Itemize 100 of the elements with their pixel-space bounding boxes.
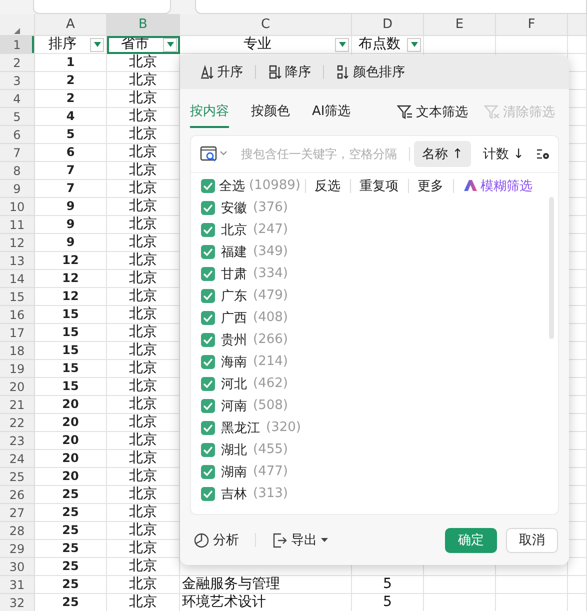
checkbox[interactable] — [201, 332, 215, 347]
table-cell[interactable]: 15 — [35, 378, 107, 396]
table-cell[interactable]: 25 — [35, 522, 107, 540]
table-cell[interactable] — [568, 576, 587, 594]
table-cell[interactable]: 2 — [35, 72, 107, 90]
table-cell[interactable]: 9 — [35, 198, 107, 216]
table-cell[interactable]: 北京 — [107, 576, 180, 594]
filter-tab[interactable]: AI筛选 — [312, 96, 351, 128]
column-header[interactable]: C — [180, 14, 352, 36]
table-cell[interactable]: 20 — [35, 432, 107, 450]
table-cell[interactable]: 12 — [35, 288, 107, 306]
checkbox[interactable] — [201, 200, 215, 215]
row-header[interactable]: 12 — [0, 234, 35, 252]
filter-dropdown-button[interactable] — [335, 38, 349, 52]
row-header[interactable]: 31 — [0, 576, 35, 594]
sort-button[interactable]: 升序 — [194, 60, 249, 83]
list-sort-button[interactable]: 计数 ↓ — [474, 140, 532, 167]
table-cell[interactable]: 5 — [352, 576, 424, 594]
row-header[interactable]: 16 — [0, 306, 35, 324]
table-cell[interactable]: 20 — [35, 450, 107, 468]
filter-tab[interactable]: 按颜色 — [251, 96, 290, 128]
table-cell[interactable]: 15 — [35, 324, 107, 342]
table-cell[interactable]: 环境艺术设计 — [180, 594, 352, 611]
table-cell[interactable]: 25 — [35, 576, 107, 594]
row-header[interactable]: 28 — [0, 522, 35, 540]
row-header[interactable]: 24 — [0, 450, 35, 468]
table-cell[interactable]: 9 — [35, 216, 107, 234]
table-cell[interactable]: 6 — [35, 144, 107, 162]
row-header[interactable]: 1 — [0, 36, 35, 54]
filter-tab[interactable]: 按内容 — [190, 96, 229, 128]
row-header[interactable]: 15 — [0, 288, 35, 306]
header-cell[interactable]: 省市 — [107, 36, 180, 54]
filter-action-button[interactable]: 文本筛选 — [393, 100, 472, 123]
table-cell[interactable]: 25 — [35, 540, 107, 558]
table-cell[interactable]: 25 — [35, 558, 107, 576]
table-cell[interactable]: 7 — [35, 162, 107, 180]
header-cell[interactable]: 布点数 — [352, 36, 424, 54]
table-cell[interactable]: 20 — [35, 414, 107, 432]
table-cell[interactable]: 25 — [35, 486, 107, 504]
row-header[interactable]: 5 — [0, 108, 35, 126]
fuzzy-filter-button[interactable]: 模糊筛选 — [458, 176, 538, 195]
checkbox[interactable] — [201, 178, 215, 193]
row-header[interactable]: 2 — [0, 54, 35, 72]
row-header[interactable]: 17 — [0, 324, 35, 342]
table-cell[interactable]: 7 — [35, 180, 107, 198]
row-header[interactable]: 11 — [0, 216, 35, 234]
row-header[interactable]: 30 — [0, 558, 35, 576]
table-cell[interactable]: 5 — [35, 126, 107, 144]
row-header[interactable]: 6 — [0, 126, 35, 144]
filter-dropdown-button[interactable] — [163, 38, 177, 52]
checkbox[interactable] — [201, 288, 215, 303]
row-header[interactable]: 22 — [0, 414, 35, 432]
checkbox[interactable] — [201, 244, 215, 259]
sort-button[interactable]: 降序 — [262, 60, 317, 83]
filter-dropdown-button[interactable] — [90, 38, 104, 52]
table-cell[interactable]: 2 — [35, 90, 107, 108]
row-header[interactable]: 23 — [0, 432, 35, 450]
table-cell[interactable]: 9 — [35, 234, 107, 252]
row-header[interactable]: 9 — [0, 180, 35, 198]
table-cell[interactable]: 12 — [35, 252, 107, 270]
row-header[interactable]: 7 — [0, 144, 35, 162]
table-cell[interactable]: 15 — [35, 306, 107, 324]
table-cell[interactable]: 20 — [35, 468, 107, 486]
row-header[interactable]: 20 — [0, 378, 35, 396]
header-cell[interactable] — [496, 36, 568, 54]
corner-cell[interactable] — [0, 14, 35, 36]
row-header[interactable]: 8 — [0, 162, 35, 180]
checkbox[interactable] — [201, 266, 215, 281]
table-cell[interactable] — [496, 576, 568, 594]
table-cell[interactable]: 4 — [35, 108, 107, 126]
row-header[interactable]: 29 — [0, 540, 35, 558]
filter-dropdown-button[interactable] — [407, 38, 421, 52]
checkbox[interactable] — [201, 464, 215, 479]
row-header[interactable]: 4 — [0, 90, 35, 108]
checkbox[interactable] — [201, 354, 215, 369]
table-cell[interactable]: 5 — [352, 594, 424, 611]
column-header[interactable]: D — [352, 14, 424, 36]
row-header[interactable]: 13 — [0, 252, 35, 270]
table-cell[interactable]: 北京 — [107, 594, 180, 611]
row-header[interactable]: 32 — [0, 594, 35, 611]
checkbox[interactable] — [201, 376, 215, 391]
quick-filter-link[interactable]: 反选 — [310, 176, 346, 195]
cancel-button[interactable]: 取消 — [506, 528, 558, 553]
row-header[interactable]: 26 — [0, 486, 35, 504]
checkbox[interactable] — [201, 442, 215, 457]
row-header[interactable]: 25 — [0, 468, 35, 486]
table-cell[interactable]: 25 — [35, 504, 107, 522]
analyze-button[interactable]: 分析 — [192, 529, 241, 552]
header-cell[interactable] — [424, 36, 496, 54]
table-cell[interactable] — [568, 36, 587, 54]
column-header[interactable]: E — [424, 14, 496, 36]
row-header[interactable]: 27 — [0, 504, 35, 522]
table-cell[interactable]: 20 — [35, 396, 107, 414]
checkbox[interactable] — [201, 486, 215, 501]
search-field[interactable]: 搜包含任一关键字，空格分隔 — [239, 146, 405, 162]
row-header[interactable]: 18 — [0, 342, 35, 360]
checkbox[interactable] — [201, 222, 215, 237]
list-sort-button[interactable]: 名称 ↑ — [414, 140, 471, 167]
table-cell[interactable] — [424, 576, 496, 594]
table-cell[interactable]: 12 — [35, 270, 107, 288]
